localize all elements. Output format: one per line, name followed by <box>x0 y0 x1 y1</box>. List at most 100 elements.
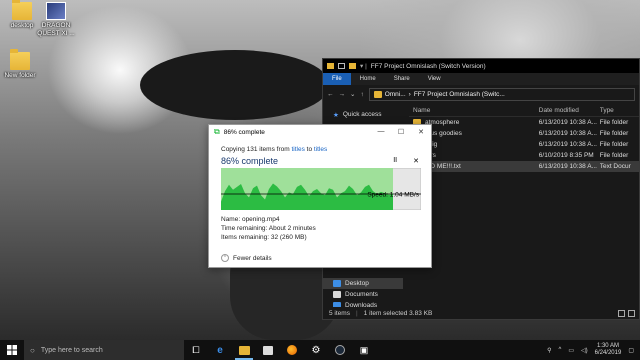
properties-icon[interactable] <box>338 63 345 69</box>
task-view-button[interactable]: ⧠ <box>184 340 208 360</box>
table-row[interactable]: ...fig 6/13/2019 10:38 A... File folder <box>409 139 639 150</box>
explorer-titlebar[interactable]: ▾ | FF7 Project Omnislash (Switch Versio… <box>323 59 639 73</box>
firefox-icon <box>287 345 297 355</box>
edge-button[interactable]: e <box>208 340 232 360</box>
table-row[interactable]: ...us goodies 6/13/2019 10:38 A... File … <box>409 128 639 139</box>
desktop-icon-new-folder[interactable]: New folder <box>0 49 42 80</box>
remote-desktop-icon: ▣ <box>359 344 369 355</box>
taskbar: ○ Type here to search ⧠ e ⚙ ▣ ⚲ ^ ▭ ◁) 1… <box>0 340 640 360</box>
copying-prefix: Copying 131 items from <box>221 146 292 153</box>
gear-icon: ⚙ <box>311 344 321 356</box>
forward-arrow-icon[interactable]: → <box>339 91 346 98</box>
window-title: FF7 Project Omnislash (Switch Version) <box>370 62 486 70</box>
destination-link[interactable]: titles <box>314 146 327 153</box>
desktop-icon-label: DRAGON QUEST XI ... <box>37 22 75 37</box>
folder-icon <box>12 0 32 20</box>
file-explorer-button[interactable] <box>232 340 256 360</box>
tab-file[interactable]: File <box>323 73 351 85</box>
file-date: 6/10/2019 8:35 PM <box>538 152 594 159</box>
cancel-button[interactable]: ✕ <box>413 157 419 165</box>
dialog-titlebar[interactable]: ⧉ 86% complete — ☐ ✕ <box>209 125 431 139</box>
file-date: 6/13/2019 10:38 A... <box>538 130 597 137</box>
details-view-icon[interactable] <box>618 309 625 317</box>
tab-view[interactable]: View <box>419 73 450 85</box>
firefox-button[interactable] <box>280 340 304 360</box>
column-date-modified[interactable]: Date modified <box>539 107 600 114</box>
table-row[interactable]: ...rs 6/10/2019 8:35 PM File folder <box>409 150 639 161</box>
search-box[interactable]: ○ Type here to search <box>24 340 184 360</box>
network-icon[interactable]: ▭ <box>568 347 574 354</box>
up-arrow-icon[interactable]: ↑ <box>360 91 363 98</box>
close-button[interactable]: ✕ <box>411 128 431 136</box>
nav-item-documents[interactable]: Documents <box>323 289 403 300</box>
nav-item-desktop[interactable]: Desktop <box>323 278 403 289</box>
documents-icon <box>333 291 341 298</box>
file-date: 6/13/2019 10:38 A... <box>538 141 597 148</box>
recent-chevron-icon[interactable]: ⌄ <box>350 90 355 98</box>
folder-icon <box>10 49 30 70</box>
source-link[interactable]: titles <box>291 146 304 153</box>
copy-progress-icon: ⧉ <box>214 127 220 136</box>
store-button[interactable] <box>256 340 280 360</box>
task-view-icon: ⧠ <box>192 344 200 355</box>
star-icon: ★ <box>333 111 339 119</box>
minimize-button[interactable]: — <box>371 128 391 136</box>
breadcrumb-separator-icon: › <box>408 90 411 98</box>
column-type[interactable]: Type <box>600 107 639 114</box>
quick-access-chevron-icon[interactable]: ▾ | <box>360 62 367 70</box>
file-type: File folder <box>599 152 629 159</box>
tab-home[interactable]: Home <box>351 73 385 85</box>
desktop-icon-label: desktop <box>10 22 34 29</box>
column-name[interactable]: Name <box>409 107 539 114</box>
folder-icon <box>327 63 334 69</box>
windows-logo-icon <box>7 345 17 355</box>
tab-share[interactable]: Share <box>385 73 419 85</box>
remote-desktop-button[interactable]: ▣ <box>352 340 376 360</box>
nav-label: Desktop <box>345 280 369 287</box>
start-button[interactable] <box>0 340 24 360</box>
edge-icon: e <box>217 344 223 356</box>
status-item-count: 5 items <box>329 309 350 317</box>
nav-label: Quick access <box>342 111 382 118</box>
fewer-details-toggle[interactable]: ⌃ Fewer details <box>221 254 272 262</box>
file-type: Text Docur <box>599 163 631 170</box>
search-icon: ○ <box>30 345 35 355</box>
settings-button[interactable]: ⚙ <box>304 340 328 360</box>
clock[interactable]: 1:30 AM 6/24/2019 <box>595 343 622 357</box>
desktop-icon-dragon-quest[interactable]: DRAGON QUEST XI ... <box>34 2 78 38</box>
file-list: Name Date modified Type atmosphere 6/13/… <box>409 105 639 307</box>
volume-icon[interactable]: ◁) <box>581 347 588 354</box>
desktop-icon-label: New folder <box>4 72 36 79</box>
current-file-name: Name: opening.mp4 <box>221 216 280 223</box>
breadcrumb-omni[interactable]: Omni... <box>385 91 406 98</box>
new-folder-icon[interactable] <box>349 63 356 69</box>
file-type: File folder <box>599 130 629 137</box>
table-row-selected[interactable]: ...D ME!!!.txt 6/13/2019 10:38 A... Text… <box>409 161 639 172</box>
pause-button[interactable]: II <box>393 157 397 165</box>
tray-chevron-icon[interactable]: ^ <box>559 347 562 353</box>
fewer-details-label: Fewer details <box>233 254 272 262</box>
large-icons-view-icon[interactable] <box>628 309 635 317</box>
people-icon[interactable]: ⚲ <box>547 347 551 354</box>
maximize-button[interactable]: ☐ <box>391 128 411 136</box>
breadcrumb-current[interactable]: FF7 Project Omnislash (Switc... <box>414 91 505 98</box>
clock-date: 6/24/2019 <box>594 350 622 356</box>
view-toggle[interactable] <box>618 309 635 317</box>
nav-item-quick-access[interactable]: ★ Quick access <box>323 109 403 120</box>
status-selection: 1 item selected 3.83 KB <box>363 309 433 317</box>
dialog-title: 86% complete <box>223 128 265 136</box>
table-row[interactable]: atmosphere 6/13/2019 10:38 A... File fol… <box>409 117 639 128</box>
address-box[interactable]: Omni... › FF7 Project Omnislash (Switc..… <box>368 87 635 101</box>
steam-button[interactable] <box>328 340 352 360</box>
notifications-icon[interactable]: ▢ <box>628 347 634 354</box>
items-remaining: Items remaining: 32 (260 MB) <box>221 234 307 241</box>
game-shortcut-icon <box>46 2 66 20</box>
back-arrow-icon[interactable]: ← <box>327 91 334 98</box>
copying-to-word: to <box>304 146 314 153</box>
search-placeholder: Type here to search <box>40 346 103 354</box>
file-type: File folder <box>599 141 629 148</box>
copy-progress-dialog: ⧉ 86% complete — ☐ ✕ Copying 131 items f… <box>208 124 432 268</box>
store-icon <box>263 345 273 355</box>
address-bar-row: ← → ⌄ ↑ Omni... › FF7 Project Omnislash … <box>323 85 639 103</box>
transfer-speed-chart: Speed: 1.04 MB/s <box>221 168 421 210</box>
